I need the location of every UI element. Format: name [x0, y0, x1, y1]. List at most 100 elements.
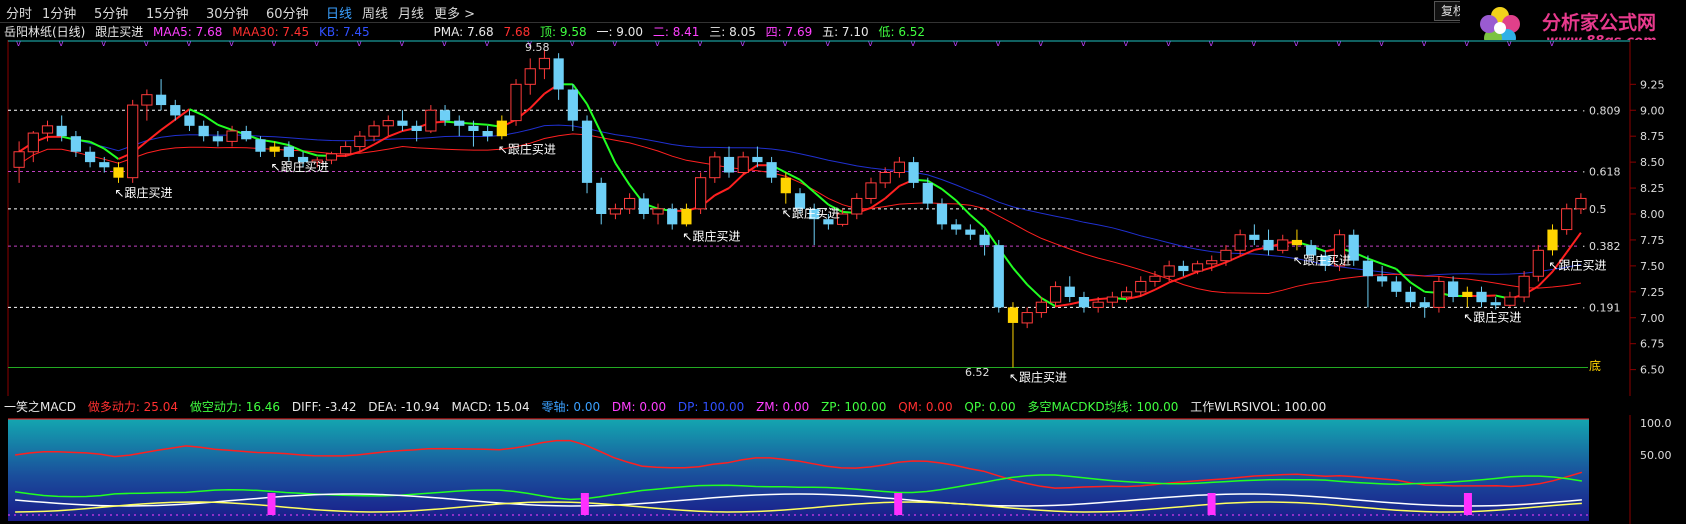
macd-chart[interactable]: 100.0 50.00 [0, 415, 1686, 524]
dp-value: DP: 100.00 [677, 400, 745, 414]
price-tick-label: 6.75 [1640, 338, 1665, 351]
zp-value: ZP: 100.00 [821, 400, 887, 414]
period-toolbar: 分时 1分钟 5分钟 15分钟 30分钟 60分钟 日线 周线 月线 更多 > … [0, 0, 1686, 23]
top-marker: v [229, 40, 234, 48]
long-power-value: 做多动力: 25.04 [87, 400, 179, 414]
top-marker: v [655, 40, 660, 48]
tab-intraday[interactable]: 分时 [6, 3, 32, 22]
buy-signal-label: ↖跟庄买进 [682, 228, 740, 243]
price-tick-label: 7.50 [1640, 260, 1665, 273]
candle [581, 115, 593, 194]
top-marker: v [101, 40, 106, 48]
buy-signal-label: ↖跟庄买进 [1009, 370, 1067, 385]
ma-short-segment [473, 122, 488, 126]
level3-value: 三: 8.05 [709, 25, 756, 39]
zm-value: ZM: 0.00 [756, 400, 810, 414]
tab-daily[interactable]: 日线 [326, 3, 352, 22]
top-marker: v [144, 40, 149, 48]
top-marker: v [485, 40, 490, 48]
price-indicator-legend: 岳阳林纸(日线) 跟庄买进 MAA5: 7.68 MAA30: 7.45 KB:… [4, 23, 931, 39]
price-tick-label: 8.50 [1640, 156, 1665, 169]
macd-axis-100: 100.0 [1640, 417, 1672, 430]
pma-second-value: 7.68 [503, 25, 531, 39]
buy-signal-label: ↖跟庄买进 [114, 185, 172, 200]
top-marker: v [1166, 40, 1171, 48]
price-tick-label: 7.25 [1640, 286, 1665, 299]
top-marker: v [996, 40, 1001, 48]
price-tick-label: 8.25 [1640, 182, 1665, 195]
macd-bar [267, 493, 276, 515]
logo-title: 分析家公式网 [1542, 12, 1657, 34]
top-marker: v [1507, 40, 1512, 48]
tab-5min[interactable]: 5分钟 [94, 3, 128, 22]
buy-signal-label: ↖跟庄买进 [782, 206, 840, 221]
dea-value: DEA: -10.94 [368, 400, 440, 414]
top-marker: v [740, 40, 745, 48]
price-tick-label: 9.25 [1640, 78, 1665, 91]
candle [993, 239, 1004, 313]
price-tick-label: 9.00 [1640, 104, 1665, 117]
top-marker: v [1209, 40, 1214, 48]
zero-axis-value: 零轴: 0.00 [541, 400, 601, 414]
macd-bar [894, 493, 903, 515]
macd-bar [580, 493, 589, 515]
price-tick-label: 6.50 [1640, 364, 1665, 377]
level4-value: 四: 7.69 [765, 25, 813, 39]
bottom-label: 底 [1589, 358, 1601, 373]
candle [127, 99, 139, 183]
indicator-name: 跟庄买进 [95, 25, 144, 39]
macd-bar [1207, 493, 1216, 515]
top-marker: v [1337, 40, 1342, 48]
kd-average-value: 多空MACDKD均线: 100.00 [1027, 400, 1179, 414]
tab-15min[interactable]: 15分钟 [146, 3, 189, 22]
top-marker: v [911, 40, 916, 48]
top-marker: v [783, 40, 788, 48]
candlestick-chart[interactable]: · 0.809· 0.618· 0.5· 0.382· 0.191 ↖跟庄买进↖… [0, 40, 1686, 396]
top-marker: v [16, 40, 21, 48]
tab-60min[interactable]: 60分钟 [266, 3, 309, 22]
tab-1min[interactable]: 1分钟 [42, 3, 76, 22]
qm-value: QM: 0.00 [898, 400, 953, 414]
top-marker: v [1422, 40, 1427, 48]
top-marker: v [1379, 40, 1384, 48]
top-marker: v [1294, 40, 1299, 48]
top-marker: v [1251, 40, 1256, 48]
buy-signal-label: ↖跟庄买进 [1463, 309, 1521, 324]
buy-signal-label: ↖跟庄买进 [1549, 258, 1607, 273]
top-marker: v [186, 40, 191, 48]
tab-monthly[interactable]: 月线 [398, 3, 424, 22]
top-marker: v [953, 40, 958, 48]
price-tick-label: 8.75 [1640, 130, 1665, 143]
diff-value: DIFF: -3.42 [291, 400, 357, 414]
qp-value: QP: 0.00 [964, 400, 1016, 414]
top-marker: v [698, 40, 703, 48]
maa5-value: MAA5: 7.68 [153, 25, 223, 39]
low-price-label: 6.52 [965, 366, 990, 379]
top-marker: v [1550, 40, 1555, 48]
top-value: 顶: 9.58 [540, 25, 587, 39]
tab-30min[interactable]: 30分钟 [206, 3, 249, 22]
maa30-value: MAA30: 7.45 [232, 25, 310, 39]
buy-signal-label: ↖跟庄买进 [1293, 252, 1351, 267]
top-marker: v [442, 40, 447, 48]
price-tick-label: 8.00 [1640, 208, 1665, 221]
short-power-value: 做空动力: 16.46 [189, 400, 281, 414]
fib-level-label: · 0.618 [1582, 165, 1620, 178]
tab-weekly[interactable]: 周线 [362, 3, 388, 22]
more-menu[interactable]: 更多 > [434, 3, 475, 22]
fib-level-label: · 0.191 [1582, 301, 1620, 314]
price-tick-label: 7.00 [1640, 312, 1665, 325]
macd-bar [1463, 493, 1472, 515]
top-marker: v [314, 40, 319, 48]
pma-value: PMA: 7.68 [433, 25, 494, 39]
candle [510, 79, 522, 126]
macd-axis-50: 50.00 [1640, 449, 1672, 462]
level5-value: 五: 7.10 [822, 25, 869, 39]
candle [695, 172, 707, 214]
level2-value: 二: 8.41 [652, 25, 700, 39]
top-marker: v [357, 40, 362, 48]
buy-signal-label: ↖跟庄买进 [498, 141, 556, 156]
price-tick-label: 7.75 [1640, 234, 1665, 247]
high-price-label: 9.58 [525, 41, 550, 54]
top-marker: v [868, 40, 873, 48]
